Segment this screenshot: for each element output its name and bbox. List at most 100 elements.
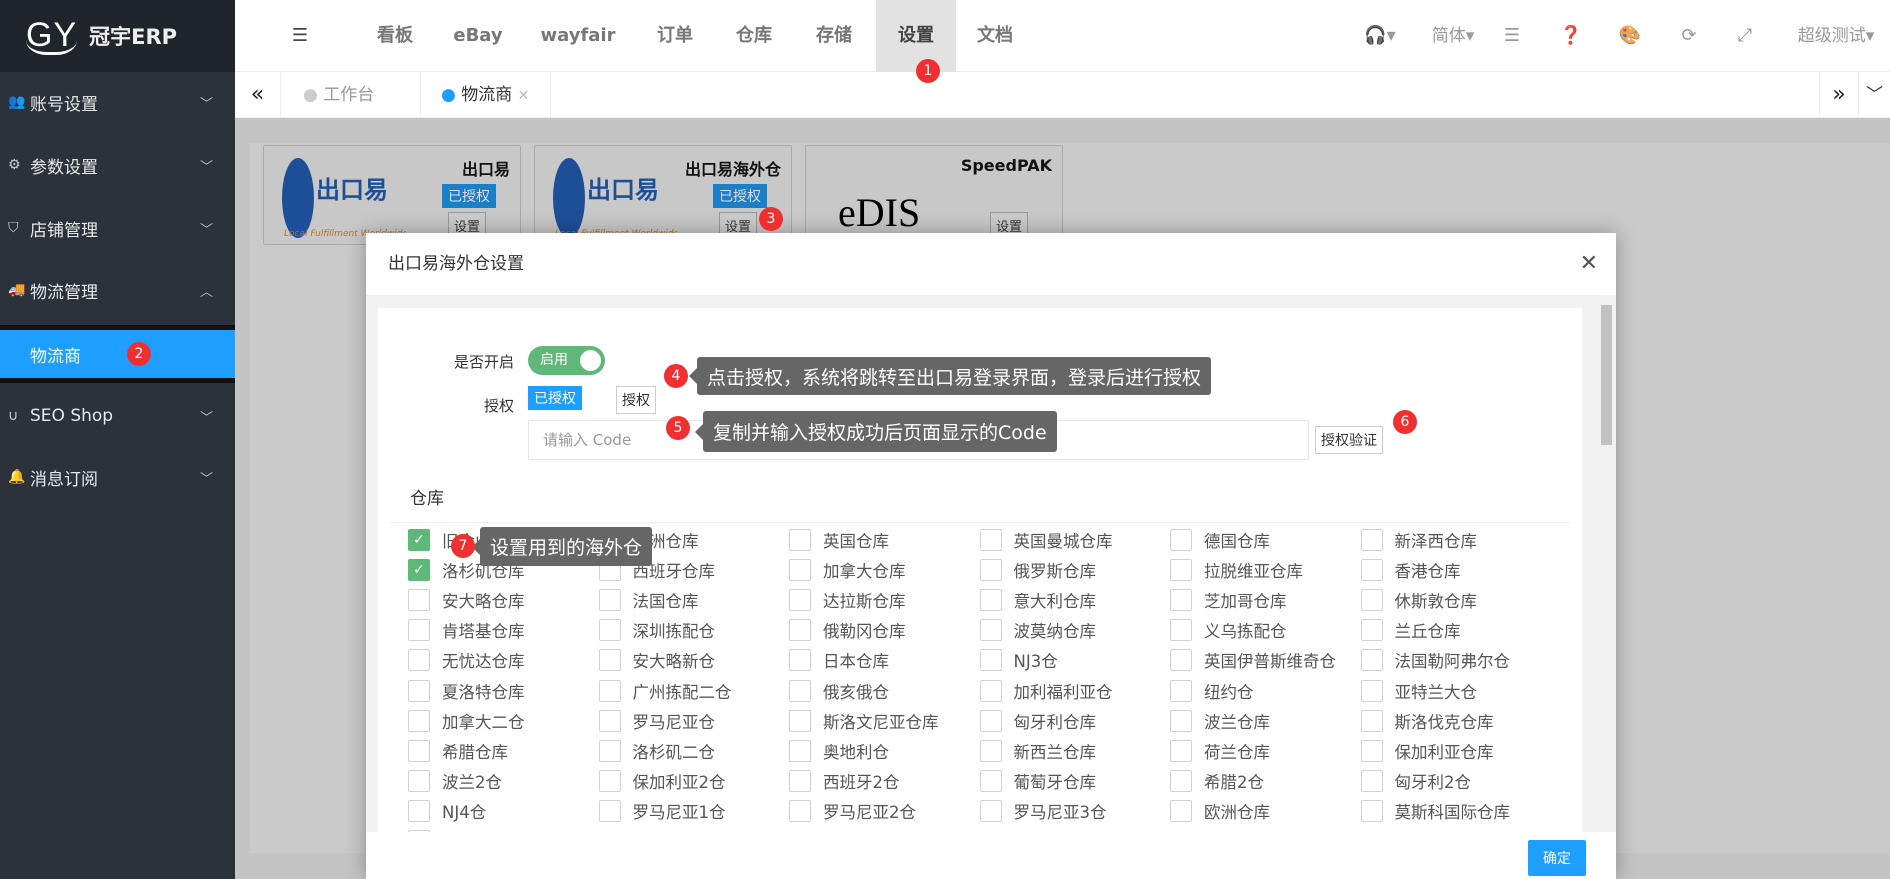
modal-scrollbar[interactable] <box>1597 295 1616 832</box>
nav-orders[interactable]: 订单 <box>645 0 705 72</box>
warehouse-checkbox-item[interactable]: 法国勒阿弗尔仓 <box>1360 648 1510 672</box>
warehouse-checkbox-item[interactable]: 达拉斯仓库 <box>789 588 906 612</box>
warehouse-checkbox-item[interactable]: 匈牙利2仓 <box>1360 769 1471 793</box>
warehouse-checkbox-item[interactable]: 奥地利仓 <box>789 739 889 763</box>
checkbox[interactable] <box>1170 769 1192 792</box>
checkbox[interactable] <box>1360 709 1383 732</box>
checkbox[interactable] <box>598 709 621 732</box>
warehouse-checkbox-item[interactable]: 加拿大二仓 <box>408 709 525 733</box>
sidebar-item-logistics[interactable]: 🚚 物流管理 ︿ <box>0 260 235 320</box>
fullscreen-icon[interactable]: ⤢ <box>1730 0 1760 72</box>
checkbox[interactable] <box>789 709 811 732</box>
warehouse-checkbox-item[interactable]: 加利福利亚仓 <box>979 679 1113 703</box>
warehouse-checkbox-item[interactable]: 希腊仓库 <box>408 739 508 763</box>
warehouse-checkbox-item[interactable]: 英国伊普斯维奇仓 <box>1170 648 1336 672</box>
sidebar-item-account[interactable]: 👥 账号设置 ﹀ <box>0 72 235 132</box>
checkbox[interactable] <box>979 589 1002 612</box>
warehouse-checkbox-item[interactable]: 纽约仓 <box>1170 679 1254 703</box>
sidebar-item-messages[interactable]: 🔔 消息订阅 ﹀ <box>0 447 235 507</box>
checkbox[interactable] <box>1360 559 1383 582</box>
nav-storage[interactable]: 存储 <box>804 0 864 72</box>
warehouse-checkbox-item[interactable]: 保加利亚2仓 <box>598 769 726 793</box>
tab-workbench[interactable]: ● 工作台 <box>281 72 421 118</box>
checkbox[interactable] <box>1170 709 1192 732</box>
checkbox[interactable] <box>1360 619 1383 642</box>
checkbox[interactable] <box>979 649 1002 672</box>
warehouse-checkbox-item[interactable]: 罗马尼亚1仓 <box>598 799 726 823</box>
checkbox[interactable] <box>979 769 1002 792</box>
checkbox[interactable] <box>598 799 621 822</box>
warehouse-checkbox-item[interactable]: 加拿大仓库 <box>789 558 906 582</box>
warehouse-checkbox-item[interactable]: 葡萄牙仓库 <box>979 769 1096 793</box>
enable-toggle[interactable]: 启用 <box>528 346 605 375</box>
checkbox[interactable] <box>979 619 1002 642</box>
warehouse-checkbox-item[interactable]: NJ3仓 <box>979 648 1058 672</box>
checkbox[interactable] <box>979 799 1002 822</box>
palette-icon[interactable]: 🎨 <box>1615 0 1645 72</box>
checkbox[interactable] <box>1170 559 1192 582</box>
verify-auth-button[interactable]: 授权验证 <box>1315 426 1383 454</box>
help-icon[interactable]: ❓ <box>1556 0 1586 72</box>
warehouse-checkbox-item[interactable]: 夏洛特仓库 <box>408 679 525 703</box>
warehouse-checkbox-item[interactable]: 无忧达仓库 <box>408 648 525 672</box>
checkbox[interactable] <box>408 589 430 612</box>
checkbox[interactable] <box>1360 739 1383 762</box>
warehouse-checkbox-item[interactable]: 莫斯科国际仓库 <box>1360 799 1510 823</box>
warehouse-checkbox-item[interactable]: 斯洛伐克仓库 <box>1360 709 1494 733</box>
checkbox[interactable] <box>789 559 811 582</box>
nav-ebay[interactable]: eBay <box>443 0 513 72</box>
checkbox[interactable] <box>1170 529 1192 551</box>
close-tab-icon[interactable]: ✕ <box>518 88 530 104</box>
warehouse-checkbox-item[interactable]: 波兰仓库 <box>1170 709 1270 733</box>
authorize-button[interactable]: 授权 <box>616 386 656 414</box>
warehouse-checkbox-item[interactable]: 罗马尼亚2仓 <box>789 799 916 823</box>
warehouse-checkbox-item[interactable]: 俄勒冈仓库 <box>789 618 906 642</box>
sidebar-item-shop[interactable]: ⛉ 店铺管理 ﹀ <box>0 198 235 258</box>
checkbox[interactable] <box>1360 799 1383 822</box>
sidebar-item-seo-shop[interactable]: ∪ SEO Shop ﹀ <box>0 386 235 446</box>
warehouse-checkbox-item[interactable]: 义乌拣配仓 <box>1170 618 1287 642</box>
tabs-menu-chevron-icon[interactable]: ﹀ <box>1859 72 1890 118</box>
checkbox[interactable] <box>1360 649 1383 672</box>
warehouse-checkbox-item[interactable]: 俄亥俄仓 <box>789 679 889 703</box>
warehouse-checkbox-item[interactable]: 波莫纳仓库 <box>979 618 1096 642</box>
menu-collapse-icon[interactable]: ☰ <box>285 0 315 72</box>
checkbox[interactable] <box>1360 769 1383 792</box>
checkbox[interactable] <box>1170 799 1192 822</box>
checkbox[interactable]: ✓ <box>408 559 430 582</box>
checkbox[interactable] <box>408 830 430 832</box>
warehouse-checkbox-item[interactable]: 新西兰仓库 <box>979 739 1096 763</box>
nav-docs[interactable]: 文档 <box>965 0 1025 72</box>
warehouse-checkbox-item[interactable]: 欧洲仓库 <box>1170 799 1270 823</box>
warehouse-checkbox-item[interactable]: 罗马尼亚仓 <box>598 709 715 733</box>
warehouse-checkbox-item[interactable]: 俄罗斯仓库 <box>979 558 1096 582</box>
nav-warehouse[interactable]: 仓库 <box>724 0 784 72</box>
warehouse-checkbox-item[interactable]: 匈牙利仓库 <box>979 709 1096 733</box>
nav-settings[interactable]: 设置 <box>876 0 956 72</box>
warehouse-checkbox-item[interactable]: 荷兰仓库 <box>1170 739 1270 763</box>
sidebar-item-params[interactable]: ⚙ 参数设置 ﹀ <box>0 135 235 195</box>
checkbox[interactable] <box>1360 529 1383 551</box>
language-dropdown[interactable]: 简体▾ <box>1425 0 1481 72</box>
warehouse-checkbox-item[interactable]: 亚特兰大仓 <box>1360 679 1477 703</box>
warehouse-checkbox-item[interactable]: 法国仓库 <box>598 588 699 612</box>
user-dropdown[interactable]: 超级测试▾ <box>1788 0 1884 72</box>
nav-wayfair[interactable]: wayfair <box>531 0 625 72</box>
warehouse-checkbox-item[interactable]: 西班牙2仓 <box>789 769 900 793</box>
checkbox[interactable] <box>598 589 621 612</box>
warehouse-checkbox-item[interactable]: 兰丘仓库 <box>1360 618 1461 642</box>
checkbox[interactable] <box>979 559 1002 582</box>
checkbox[interactable] <box>979 709 1002 732</box>
checkbox[interactable]: ✓ <box>408 529 430 551</box>
warehouse-checkbox-item[interactable]: 安大略新仓 <box>598 648 715 672</box>
checkbox[interactable] <box>789 649 811 672</box>
checkbox[interactable] <box>979 739 1002 762</box>
checkbox[interactable] <box>789 529 811 551</box>
checkbox[interactable] <box>408 799 430 822</box>
checkbox[interactable] <box>979 679 1002 702</box>
warehouse-checkbox-item[interactable]: 意大利仓库 <box>979 588 1096 612</box>
warehouse-checkbox-item[interactable]: 罗马尼亚3仓 <box>979 799 1107 823</box>
warehouse-checkbox-item[interactable]: 英国仓库 <box>789 528 889 552</box>
checkbox[interactable] <box>1170 739 1192 762</box>
checkbox[interactable] <box>408 739 430 762</box>
